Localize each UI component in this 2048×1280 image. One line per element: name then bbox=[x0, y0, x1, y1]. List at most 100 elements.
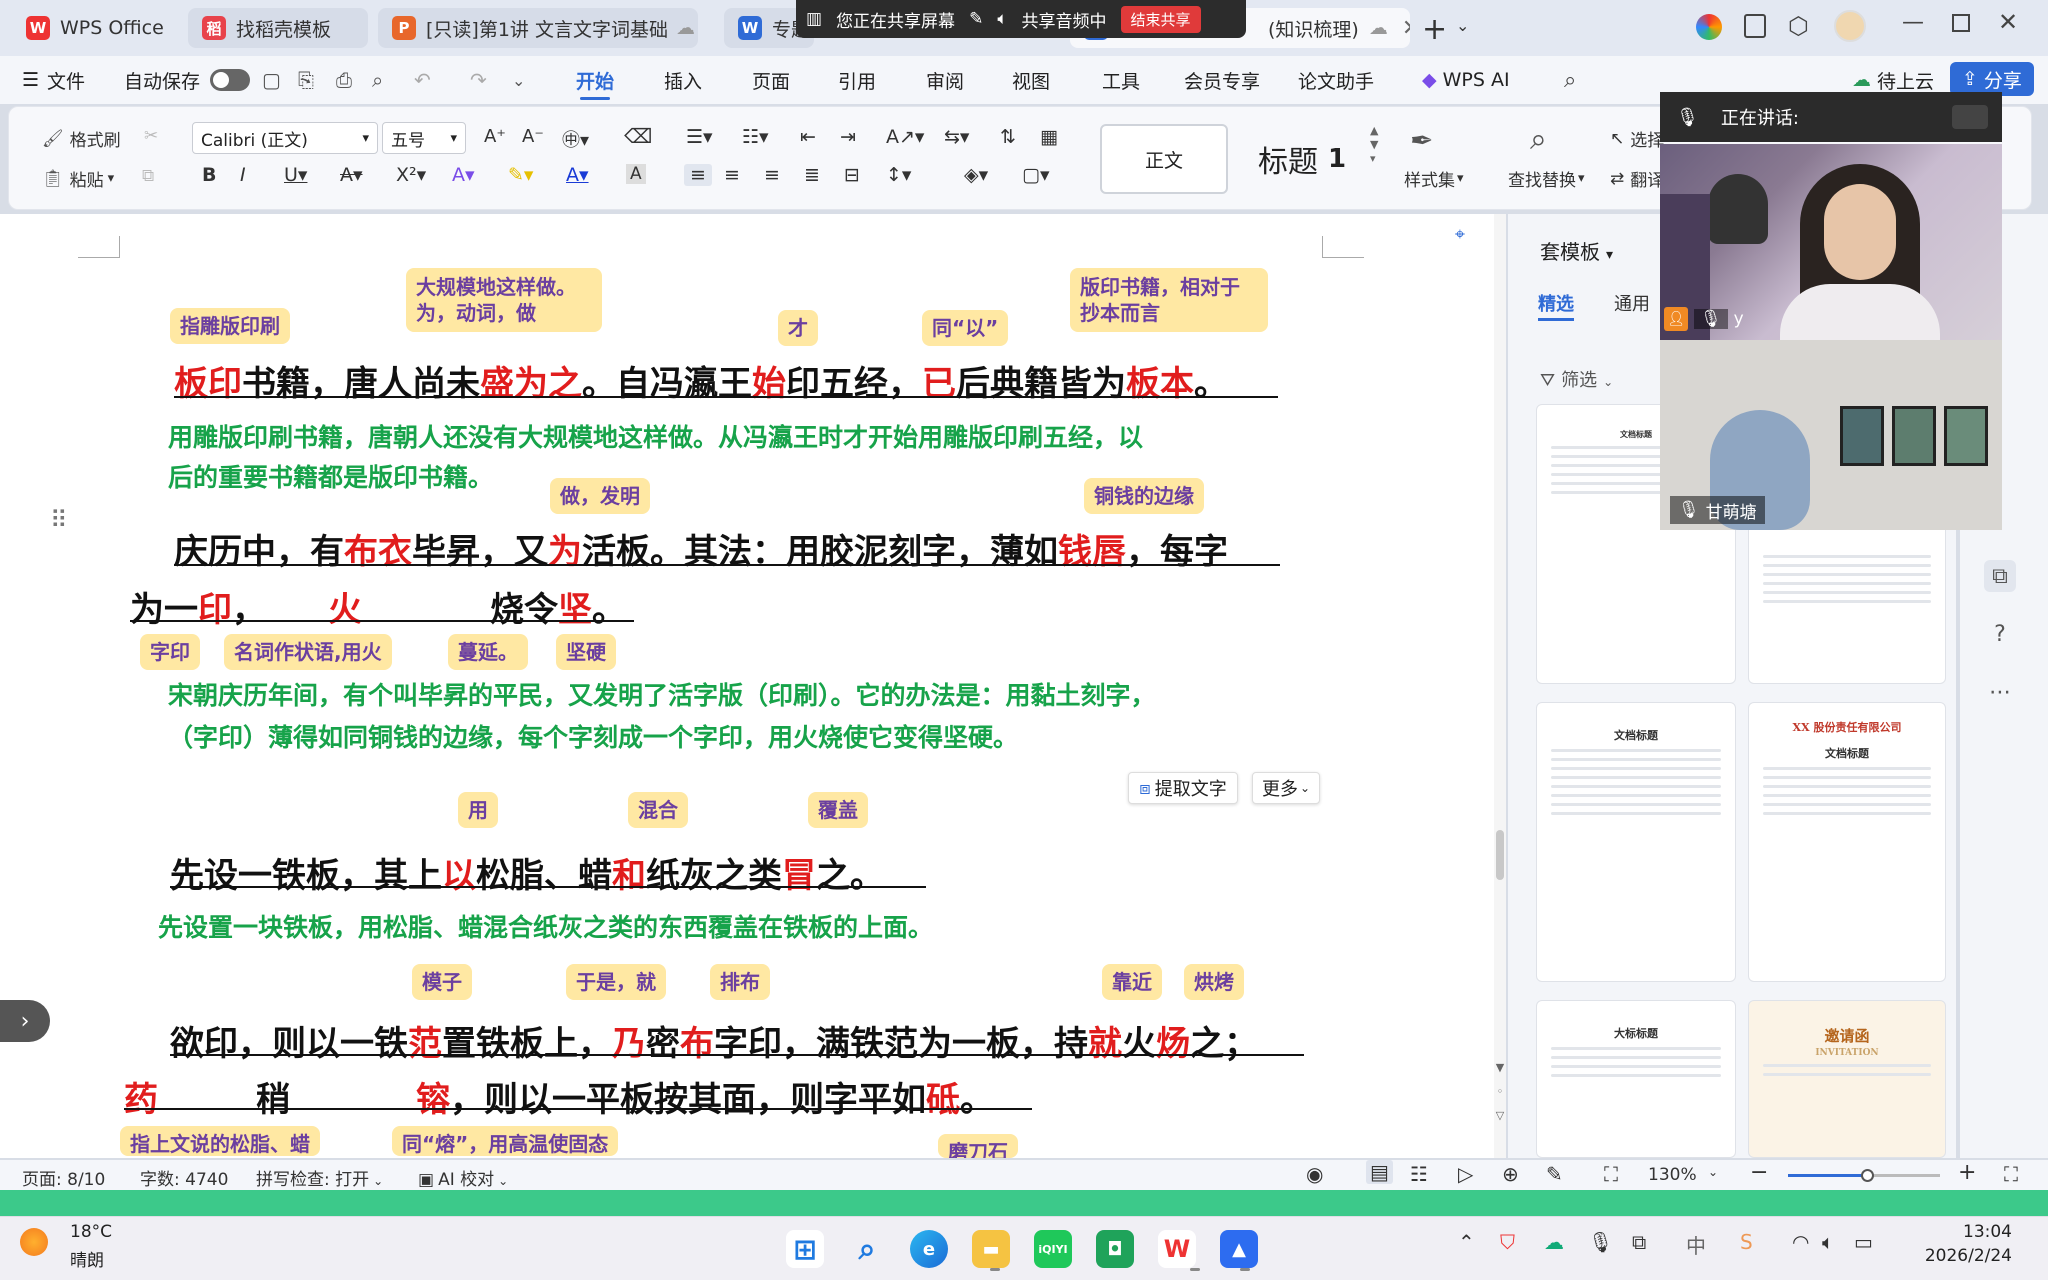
highlight-icon[interactable]: ✎▾ bbox=[508, 164, 533, 186]
tab-docer-template[interactable]: 稻 找稻壳模板 bbox=[188, 8, 368, 48]
shrink-font-icon[interactable]: A⁻ bbox=[522, 126, 544, 147]
new-tab-icon[interactable]: + bbox=[1422, 12, 1447, 47]
maximize-icon[interactable] bbox=[1952, 14, 1970, 32]
weather-description[interactable]: 晴朗 bbox=[70, 1246, 104, 1271]
cube-icon[interactable]: ⬡ bbox=[1788, 12, 1809, 40]
speaker-icon[interactable]: 🔈︎ bbox=[997, 9, 1007, 29]
sun-weather-icon[interactable] bbox=[20, 1228, 48, 1256]
redo-icon[interactable]: ↷ bbox=[470, 56, 487, 104]
text-effect-icon[interactable]: A▾ bbox=[452, 164, 475, 186]
line-spacing-icon[interactable]: ↕▾ bbox=[886, 164, 911, 186]
cut-icon[interactable]: ✂ bbox=[144, 126, 158, 146]
italic-icon[interactable]: I bbox=[240, 164, 246, 186]
template-thumbnail[interactable]: 大标标题 bbox=[1536, 1000, 1736, 1158]
increase-indent-icon[interactable]: ⇥ bbox=[840, 126, 856, 148]
volume-icon[interactable]: 🔈︎ bbox=[1822, 1230, 1834, 1254]
minimize-icon[interactable]: — bbox=[1902, 10, 1924, 35]
menu-view[interactable]: 视图 bbox=[1012, 56, 1050, 104]
style-normal[interactable]: 正文 bbox=[1100, 124, 1228, 194]
find-replace-button[interactable]: 查找替换 ▾ bbox=[1508, 166, 1585, 191]
menu-home[interactable]: 开始 bbox=[576, 56, 614, 104]
tray-app-icon[interactable]: ⛉ bbox=[1500, 1230, 1515, 1254]
template-panel-title[interactable]: 套模板 ▾ bbox=[1540, 236, 1613, 265]
find-icon[interactable]: ⌕ bbox=[1530, 122, 1547, 157]
web-view-icon[interactable]: ⊕ bbox=[1502, 1162, 1519, 1186]
ai-assistant-icon[interactable] bbox=[1696, 14, 1722, 40]
fit-page-icon[interactable]: ⛶ bbox=[1604, 1162, 1618, 1186]
align-right-icon[interactable]: ≡ bbox=[764, 164, 780, 186]
video-tile-2[interactable]: 🎙︎ 甘萌塘 bbox=[1660, 340, 2002, 530]
menu-review[interactable]: 审阅 bbox=[926, 56, 964, 104]
scrollbar-thumb[interactable] bbox=[1496, 830, 1504, 880]
print-icon[interactable]: ⎙ bbox=[336, 56, 352, 104]
windows-start-icon[interactable]: ⊞ bbox=[786, 1230, 824, 1268]
grid-view-icon[interactable] bbox=[1952, 105, 1988, 129]
template-thumbnail[interactable]: 文档标题 bbox=[1536, 702, 1736, 982]
format-painter-button[interactable]: 🖌︎ 格式刷 bbox=[42, 126, 121, 152]
expand-sidebar-button[interactable]: › bbox=[0, 1000, 50, 1042]
filter-button[interactable]: ⛛ 筛选 ⌄ bbox=[1540, 366, 1613, 392]
page-nav-icons[interactable]: ▼ ◦ ▽ bbox=[1492, 1056, 1508, 1128]
style-scroll-icon[interactable]: ▲ ▼ ▾ bbox=[1370, 124, 1378, 166]
wifi-icon[interactable]: ◠ bbox=[1792, 1230, 1809, 1254]
page-view-icon[interactable]: ▤ bbox=[1366, 1160, 1393, 1184]
zoom-in-icon[interactable]: + bbox=[1958, 1160, 1976, 1185]
char-shading-icon[interactable]: A bbox=[626, 164, 646, 184]
help-icon[interactable]: ? bbox=[1984, 618, 2016, 650]
tray-s-icon[interactable]: S bbox=[1740, 1230, 1753, 1254]
zoom-out-icon[interactable]: − bbox=[1750, 1160, 1768, 1185]
border-icon[interactable]: ▢▾ bbox=[1022, 164, 1050, 186]
superscript-icon[interactable]: X²▾ bbox=[396, 164, 426, 186]
iqiyi-icon[interactable]: iQIYI bbox=[1034, 1230, 1072, 1268]
font-color-icon[interactable]: A▾ bbox=[566, 164, 589, 186]
select-button[interactable]: ↖ 选择 bbox=[1610, 126, 1664, 152]
align-left-icon[interactable]: ≡ bbox=[684, 164, 712, 186]
share-button[interactable]: ⇪ 分享 bbox=[1950, 62, 2034, 96]
line-sort-icon[interactable]: ⇆▾ bbox=[944, 126, 969, 148]
autosave-toggle[interactable]: 自动保存 bbox=[124, 56, 251, 104]
tray-expand-icon[interactable]: ⌃ bbox=[1458, 1230, 1475, 1254]
menu-tools[interactable]: 工具 bbox=[1102, 56, 1140, 104]
clock-time[interactable]: 13:04 bbox=[1932, 1222, 2012, 1242]
annotate-icon[interactable]: ✎ bbox=[969, 9, 983, 29]
grow-font-icon[interactable]: A⁺ bbox=[484, 126, 506, 147]
ai-proofread-button[interactable]: ▣ AI 校对 ⌄ bbox=[418, 1165, 508, 1190]
zoom-chevron-icon[interactable]: ⌄ bbox=[1708, 1165, 1718, 1179]
template-side-icon[interactable]: ⧉ bbox=[1984, 560, 2016, 592]
save-icon[interactable]: ▢ bbox=[262, 56, 281, 104]
meeting-app-icon[interactable]: ▲ bbox=[1220, 1230, 1258, 1268]
fullscreen-icon[interactable]: ⛶ bbox=[2004, 1162, 2018, 1186]
template-thumbnail[interactable]: 邀请函 INVITATION bbox=[1748, 1000, 1946, 1158]
more-button[interactable]: 更多 ⌄ bbox=[1252, 772, 1320, 804]
close-window-icon[interactable]: ✕ bbox=[1998, 8, 2018, 36]
style-heading-1[interactable]: 标题 1 bbox=[1236, 124, 1368, 194]
copy-icon[interactable]: ⧉ bbox=[142, 166, 154, 186]
more-chevron-icon[interactable]: ⌄ bbox=[512, 56, 525, 104]
tab-general[interactable]: 通用 bbox=[1614, 290, 1650, 316]
play-icon[interactable]: ▷ bbox=[1458, 1162, 1473, 1186]
input-method-icon[interactable]: 中 bbox=[1686, 1230, 1706, 1259]
paste-button[interactable]: 📋︎ 粘贴 ▾ bbox=[42, 166, 114, 192]
print-preview-icon[interactable]: ⌕ bbox=[372, 56, 383, 104]
wps-taskbar-icon[interactable]: W bbox=[1158, 1230, 1196, 1268]
audio-status[interactable]: 共享音频中 bbox=[1022, 7, 1107, 32]
numbered-list-icon[interactable]: ☷▾ bbox=[742, 126, 769, 148]
weather-temperature[interactable]: 18°C bbox=[70, 1222, 112, 1242]
page-indicator[interactable]: 页面: 8/10 bbox=[22, 1165, 105, 1190]
align-center-icon[interactable]: ≡ bbox=[724, 164, 740, 186]
location-pin-icon[interactable]: ⌖ bbox=[1440, 216, 1480, 252]
underline-icon[interactable]: U▾ bbox=[284, 164, 307, 186]
video-tile-1[interactable]: 👤︎ 🎙︎ y bbox=[1660, 144, 2002, 340]
translate-button[interactable]: ⇄ 翻译 bbox=[1610, 166, 1664, 192]
export-icon[interactable]: ⎘ bbox=[298, 56, 314, 104]
word-count[interactable]: 字数: 4740 bbox=[140, 1165, 228, 1190]
style-set-icon[interactable]: ✒ bbox=[1410, 124, 1433, 157]
zoom-slider-thumb[interactable] bbox=[1861, 1169, 1875, 1182]
end-share-button[interactable]: 结束共享 bbox=[1120, 5, 1201, 33]
edge-browser-icon[interactable]: e bbox=[910, 1230, 948, 1268]
style-set-button[interactable]: 样式集 ▾ bbox=[1404, 166, 1464, 191]
file-explorer-icon[interactable]: ▬ bbox=[972, 1230, 1010, 1268]
eye-protection-icon[interactable]: ◉ bbox=[1306, 1162, 1323, 1186]
tray-cloud-icon[interactable]: ☁ bbox=[1544, 1230, 1564, 1254]
menu-reference[interactable]: 引用 bbox=[838, 56, 876, 104]
